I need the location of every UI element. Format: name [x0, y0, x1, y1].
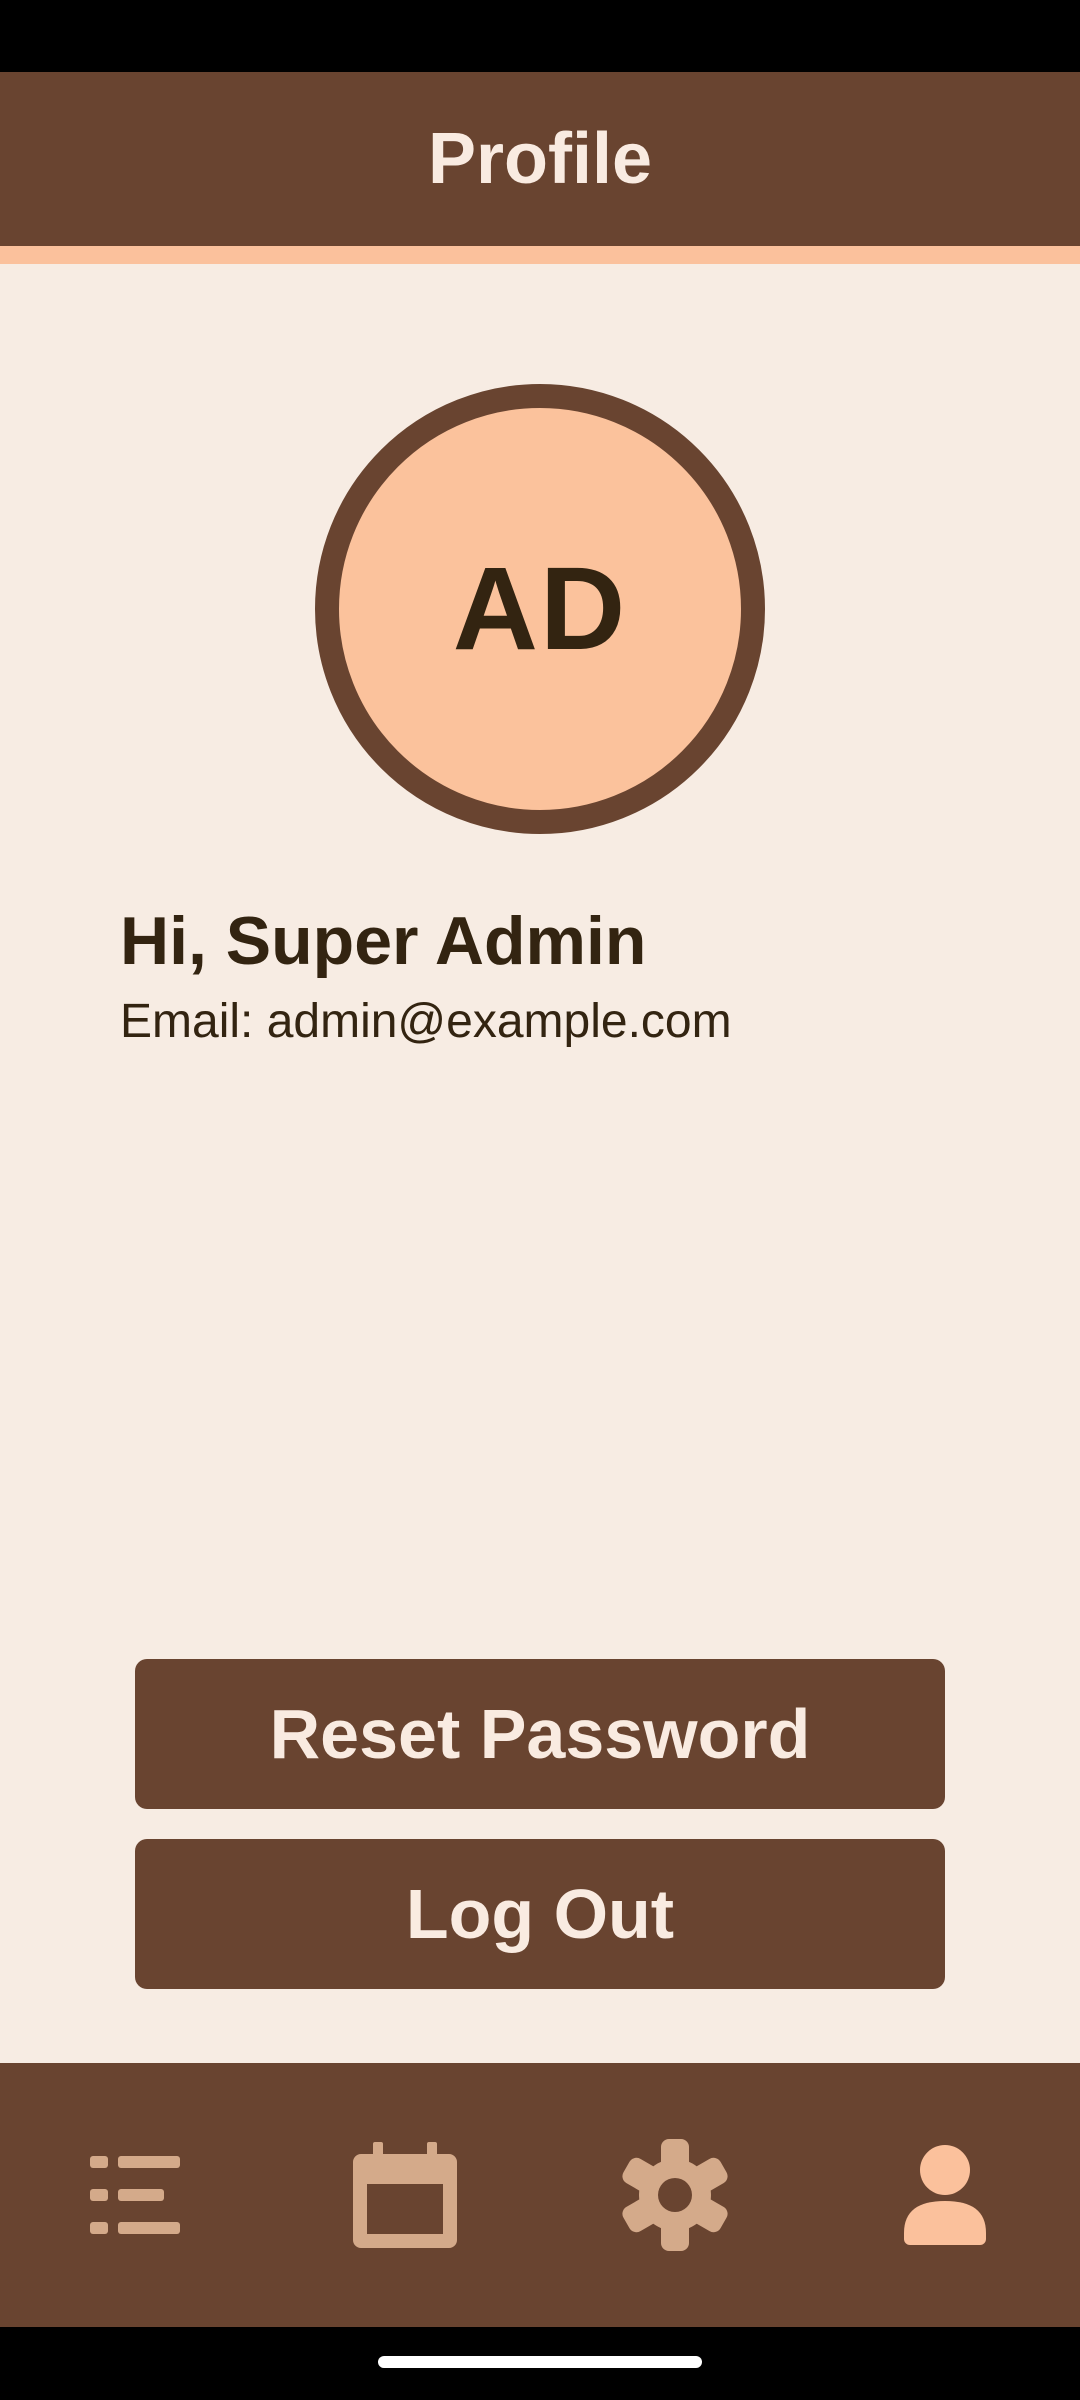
- bottom-navigation: [0, 2063, 1080, 2327]
- status-bar: [0, 0, 1080, 72]
- calendar-icon: [353, 2142, 457, 2248]
- nav-item-list[interactable]: [35, 2095, 235, 2295]
- list-icon: [90, 2156, 180, 2234]
- avatar-initials: AD: [452, 543, 628, 675]
- gesture-handle[interactable]: [378, 2356, 702, 2368]
- email-text: Email: admin@example.com: [120, 995, 732, 1048]
- app-bar: Profile: [0, 72, 1080, 246]
- page-title: Profile: [427, 119, 653, 199]
- gear-icon: [622, 2139, 728, 2251]
- greeting-text: Hi, Super Admin: [120, 903, 647, 979]
- app-bar-accent-divider: [0, 246, 1080, 264]
- profile-content: AD Hi, Super Admin Email: admin@example.…: [0, 264, 1080, 2063]
- avatar: AD: [315, 384, 765, 834]
- log-out-button[interactable]: Log Out: [135, 1839, 945, 1989]
- nav-item-calendar[interactable]: [305, 2095, 505, 2295]
- reset-password-button[interactable]: Reset Password: [135, 1659, 945, 1809]
- person-icon: [904, 2145, 986, 2245]
- nav-item-profile[interactable]: [845, 2095, 1045, 2295]
- nav-item-settings[interactable]: [575, 2095, 775, 2295]
